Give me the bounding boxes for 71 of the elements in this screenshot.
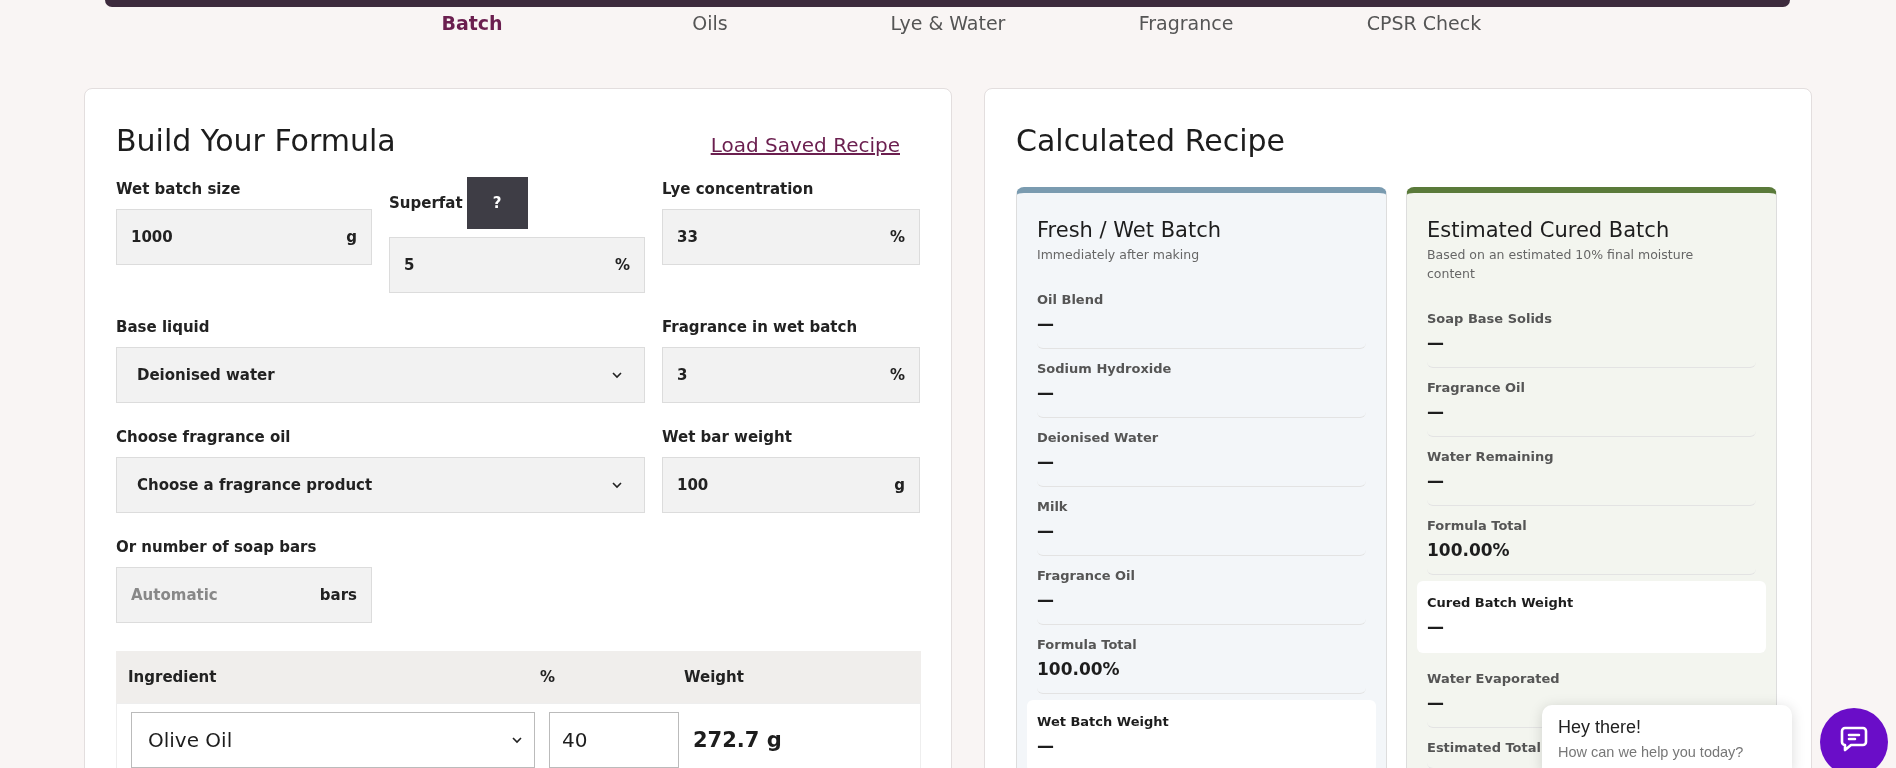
chat-prompt: How can we help you today? bbox=[1558, 744, 1745, 760]
unit-label: % bbox=[889, 366, 905, 384]
nav-tab[interactable]: Fragrance bbox=[1067, 10, 1305, 88]
field-label: Superfat bbox=[389, 194, 463, 212]
result-label: Water Remaining bbox=[1427, 448, 1554, 466]
result-value: — bbox=[1427, 470, 1445, 493]
chat-greeting: Hey there! bbox=[1558, 717, 1643, 738]
help-button[interactable]: ? bbox=[466, 177, 528, 229]
result-value: — bbox=[1037, 313, 1055, 336]
result-value: — bbox=[1037, 735, 1055, 758]
input-field[interactable]: 3 % bbox=[662, 347, 920, 403]
field-label: Base liquid bbox=[116, 318, 210, 336]
ingredient-select[interactable]: Olive Oil bbox=[131, 712, 535, 768]
result-value: — bbox=[1037, 382, 1055, 405]
result-value: — bbox=[1427, 692, 1445, 715]
field-label: Or number of soap bars bbox=[116, 538, 317, 556]
result-label: Sodium Hydroxide bbox=[1037, 360, 1172, 378]
unit-label: % bbox=[889, 228, 905, 246]
result-label: Fragrance Oil bbox=[1037, 567, 1135, 585]
panel-title: Estimated Cured Batch bbox=[1426, 217, 1671, 244]
result-value: — bbox=[1427, 616, 1445, 639]
input-field[interactable]: 100 g bbox=[662, 457, 920, 513]
unit-label: % bbox=[614, 256, 630, 274]
field-label: Wet batch size bbox=[116, 180, 241, 198]
unit-label: g bbox=[894, 476, 905, 494]
column-header: % bbox=[540, 668, 557, 686]
select-field[interactable]: Deionised water bbox=[116, 347, 645, 403]
result-value: 100.00% bbox=[1037, 658, 1121, 681]
result-label: Formula Total bbox=[1037, 636, 1137, 654]
card-title: Calculated Recipe bbox=[1016, 122, 1285, 160]
input-field[interactable]: 1000 g bbox=[116, 209, 372, 265]
select-field[interactable]: Choose a fragrance product bbox=[116, 457, 645, 513]
input-field[interactable]: Automatic bars bbox=[116, 567, 372, 623]
result-value: 100.00% bbox=[1427, 539, 1511, 562]
result-value: — bbox=[1427, 401, 1445, 424]
field-label: Fragrance in wet batch bbox=[662, 318, 858, 336]
result-label: Water Evaporated bbox=[1427, 670, 1560, 688]
field-label: Wet bar weight bbox=[662, 428, 792, 446]
percent-input[interactable]: 40 bbox=[549, 712, 679, 768]
unit-label: g bbox=[346, 228, 357, 246]
result-value: — bbox=[1037, 451, 1055, 474]
nav-tab[interactable]: Batch bbox=[353, 10, 591, 88]
panel-subtitle: Immediately after making bbox=[1036, 246, 1201, 264]
chat-button[interactable] bbox=[1820, 708, 1888, 768]
result-label: Estimated Total bbox=[1427, 739, 1541, 757]
field-label: Choose fragrance oil bbox=[116, 428, 291, 446]
result-label: Cured Batch Weight bbox=[1427, 594, 1574, 612]
input-field[interactable]: 33 % bbox=[662, 209, 920, 265]
load-recipe-link[interactable]: Load Saved Recipe bbox=[710, 133, 900, 157]
result-label: Oil Blend bbox=[1037, 291, 1104, 309]
nav-tab[interactable]: Lye & Water bbox=[829, 10, 1067, 88]
panel-subtitle: Based on an estimated 10% final moisture content bbox=[1426, 246, 1695, 283]
column-header: Ingredient bbox=[128, 668, 218, 686]
column-header: Weight bbox=[684, 668, 745, 686]
nav-tab[interactable]: CPSR Check bbox=[1305, 10, 1543, 88]
unit-label: bars bbox=[319, 586, 357, 604]
result-label: Deionised Water bbox=[1037, 429, 1159, 447]
result-value: — bbox=[1427, 332, 1445, 355]
result-value: — bbox=[1037, 520, 1055, 543]
result-label: Fragrance Oil bbox=[1427, 379, 1525, 397]
nav-tab[interactable]: Oils bbox=[591, 10, 829, 88]
input-field[interactable]: 5 % bbox=[389, 237, 645, 293]
result-label: Soap Base Solids bbox=[1427, 310, 1552, 328]
result-value: — bbox=[1037, 589, 1055, 612]
card-title: Build Your Formula bbox=[116, 122, 396, 160]
result-label: Wet Batch Weight bbox=[1037, 713, 1169, 731]
panel-title: Fresh / Wet Batch bbox=[1036, 217, 1223, 244]
result-label: Formula Total bbox=[1427, 517, 1527, 535]
result-label: Milk bbox=[1037, 498, 1068, 516]
weight-cell-text: 272.7 g bbox=[693, 728, 783, 752]
field-label: Lye concentration bbox=[662, 180, 814, 198]
